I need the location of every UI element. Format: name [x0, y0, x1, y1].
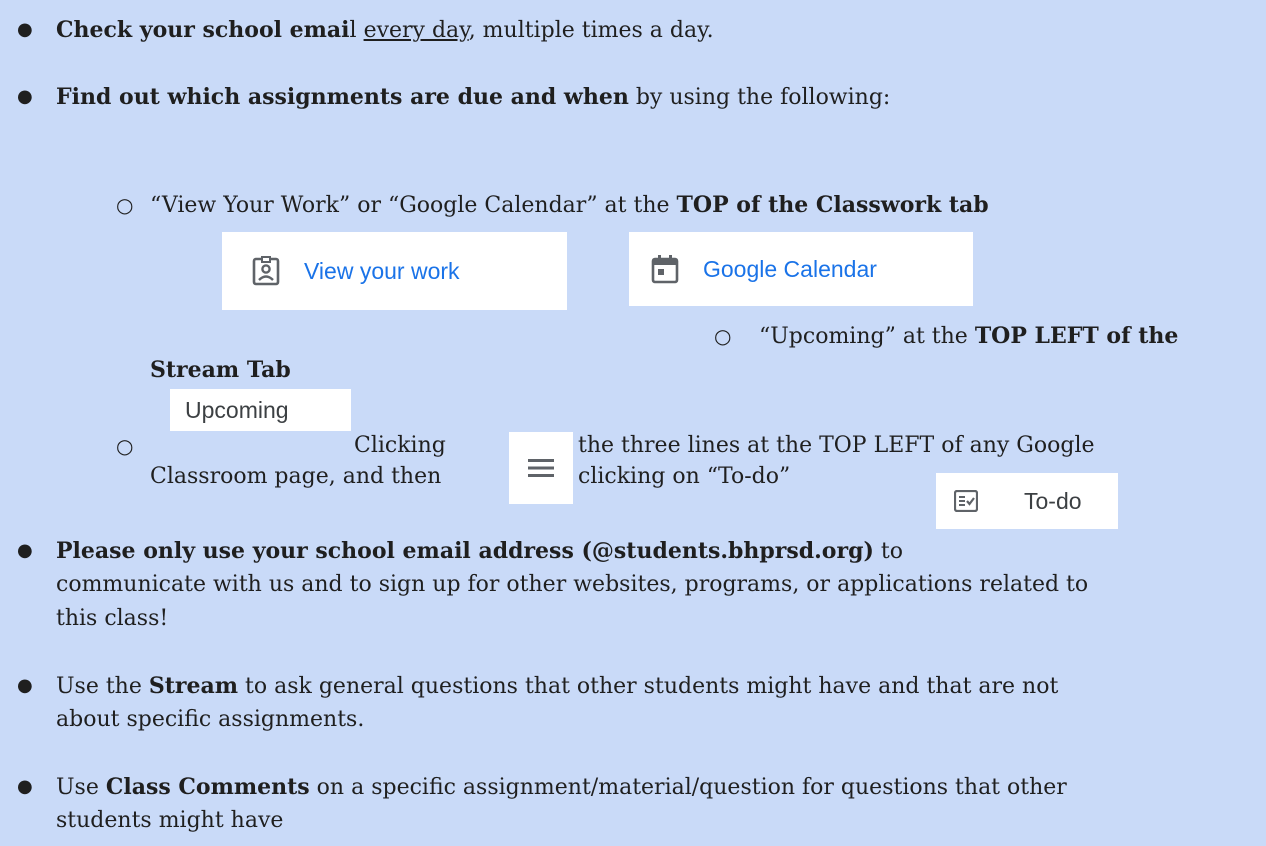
sub-bullet-circle: ○: [116, 193, 134, 217]
bullet-dot: ●: [17, 540, 33, 561]
todo-checklist-icon: [954, 490, 978, 512]
three-lines-tip: the three lines at the TOP LEFT of any G…: [578, 433, 1095, 458]
school-email-instruction: Please only use your school email addres…: [56, 538, 903, 564]
stream-instruction-line2: about specific assignments.: [56, 707, 365, 732]
class-comments-instruction-line2: students might have: [56, 808, 284, 833]
upcoming-label: Upcoming: [185, 396, 289, 423]
class-comments-instruction: Use Class Comments on a specific assignm…: [56, 774, 1067, 800]
google-calendar-label: Google Calendar: [703, 255, 877, 282]
sub-bullet-circle: ○: [714, 324, 732, 348]
bullet-dot: ●: [17, 19, 33, 40]
calendar-icon: [651, 254, 679, 284]
stream-tab-tip: “Upcoming” at the TOP LEFT of the: [759, 323, 1179, 349]
menu-chip: [509, 432, 573, 504]
upcoming-chip: Upcoming: [170, 389, 351, 431]
sub-bullet-circle: ○: [116, 434, 134, 458]
three-lines-tip-line2a: Classroom page, and then: [150, 464, 442, 489]
stream-tab-tip-continued: Stream Tab: [150, 357, 291, 383]
school-email-instruction-line3: this class!: [56, 606, 169, 631]
google-calendar-chip: Google Calendar: [629, 232, 973, 306]
three-lines-tip-line2b: clicking on “To-do”: [578, 464, 791, 489]
bullet-dot: ●: [17, 86, 33, 107]
stream-instruction: Use the Stream to ask general questions …: [56, 673, 1059, 699]
todo-chip: To-do: [936, 473, 1118, 529]
hamburger-menu-icon: [528, 458, 554, 478]
classwork-tab-tip: “View Your Work” or “Google Calendar” at…: [150, 192, 989, 218]
view-your-work-label: View your work: [304, 257, 460, 284]
clicking-word: Clicking: [354, 433, 446, 458]
assignment-ind-icon: [252, 256, 280, 286]
assignments-instruction: Find out which assignments are due and w…: [56, 84, 891, 110]
school-email-instruction-line2: communicate with us and to sign up for o…: [56, 572, 1089, 597]
todo-label: To-do: [1024, 487, 1082, 514]
email-instruction: Check your school email every day, multi…: [56, 17, 714, 43]
bullet-dot: ●: [17, 675, 33, 696]
view-your-work-chip: View your work: [222, 232, 567, 310]
bullet-dot: ●: [17, 776, 33, 797]
